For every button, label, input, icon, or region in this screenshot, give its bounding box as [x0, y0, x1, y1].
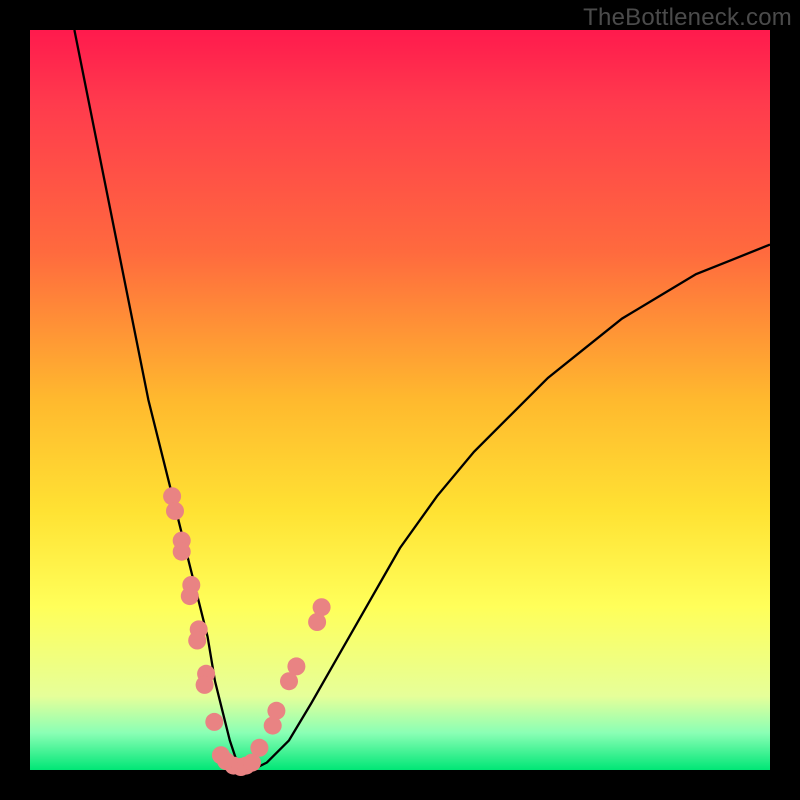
- chart-frame: TheBottleneck.com: [0, 0, 800, 800]
- data-point: [243, 754, 261, 772]
- data-point: [173, 543, 191, 561]
- data-point: [188, 632, 206, 650]
- bottleneck-curve: [74, 30, 770, 770]
- data-point: [287, 657, 305, 675]
- data-point: [313, 598, 331, 616]
- chart-svg: [30, 30, 770, 770]
- plot-area: [30, 30, 770, 770]
- data-point: [196, 676, 214, 694]
- data-point: [205, 713, 223, 731]
- left-cluster-dots: [163, 487, 223, 731]
- right-cluster-dots: [250, 598, 330, 757]
- data-point: [181, 587, 199, 605]
- data-point: [267, 702, 285, 720]
- data-point: [166, 502, 184, 520]
- watermark-text: TheBottleneck.com: [583, 4, 792, 32]
